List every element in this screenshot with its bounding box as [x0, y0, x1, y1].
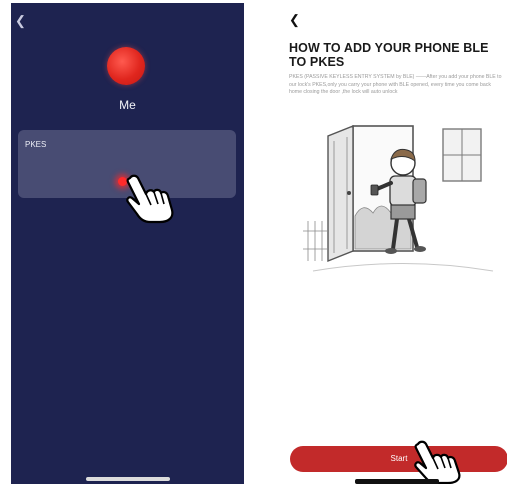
start-button-label: Start: [390, 454, 408, 463]
avatar[interactable]: [107, 47, 145, 85]
pkes-card-label: PKES: [25, 140, 47, 149]
pointing-hand-icon: [414, 440, 461, 484]
chevron-left-icon: ❮: [15, 13, 26, 28]
start-button[interactable]: Start: [290, 446, 507, 472]
home-indicator: [86, 477, 170, 481]
page-title: HOW TO ADD YOUR PHONE BLE TO PKES: [289, 41, 489, 69]
back-button[interactable]: ❮: [15, 14, 29, 28]
pointing-hand-icon: [126, 174, 174, 224]
pkes-guide-screen: ❮ HOW TO ADD YOUR PHONE BLE TO PKES PKES…: [283, 3, 507, 484]
pkes-card[interactable]: PKES: [18, 130, 236, 224]
profile-label: Me: [119, 98, 136, 112]
chevron-left-icon: ❮: [289, 12, 300, 27]
me-screen: ❮ Me PKES: [11, 3, 244, 484]
boy-opening-door-illustration: [303, 121, 503, 281]
pkes-description: PKES (PASSIVE KEYLESS ENTRY SYSTEM by BL…: [289, 74, 502, 95]
back-button[interactable]: ❮: [289, 13, 303, 27]
home-indicator: [355, 479, 439, 484]
